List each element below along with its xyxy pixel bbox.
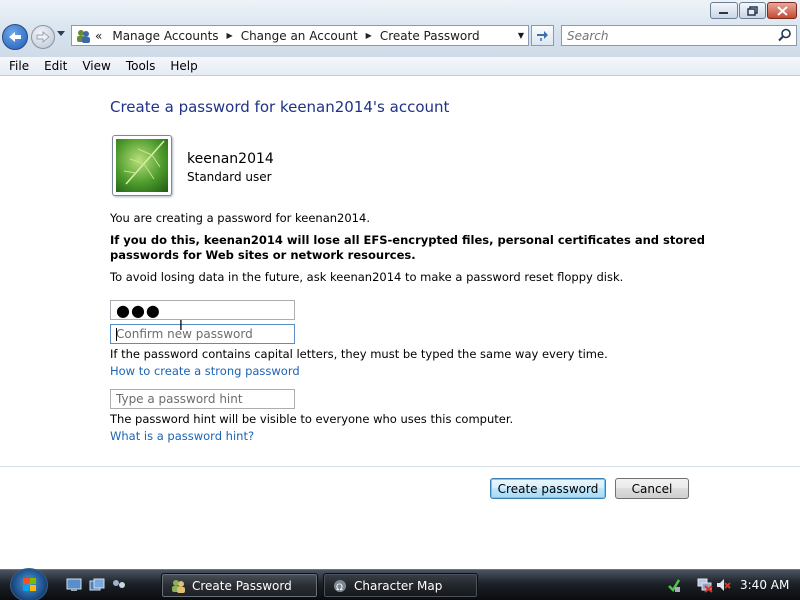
show-desktop-icon[interactable] — [66, 578, 82, 592]
breadcrumb-manage-accounts[interactable]: Manage Accounts — [112, 29, 218, 43]
new-password-field[interactable]: ●●● — [110, 300, 295, 320]
account-name: keenan2014 — [187, 151, 274, 167]
taskbar-item-create-password[interactable]: Create Password — [161, 573, 318, 598]
content-area: Create a password for keenan2014's accou… — [0, 77, 800, 569]
safely-remove-icon[interactable] — [667, 577, 681, 593]
taskbar-item-label: Character Map — [354, 578, 443, 593]
address-bar[interactable]: « Manage Accounts ▶ Change an Account ▶ … — [71, 25, 529, 46]
close-icon — [776, 5, 788, 16]
windows-stack-icon — [89, 578, 105, 591]
maximize-button[interactable] — [739, 2, 766, 19]
breadcrumb-separator-icon[interactable]: ▶ — [227, 31, 233, 40]
info-avoid-text: To avoid losing data in the future, ask … — [110, 270, 624, 284]
breadcrumb-change-account[interactable]: Change an Account — [241, 29, 358, 43]
text-cursor-icon: I — [179, 319, 183, 334]
avatar — [112, 135, 172, 196]
page-title: Create a password for keenan2014's accou… — [110, 98, 450, 116]
password-hint-link[interactable]: What is a password hint? — [110, 429, 254, 443]
breadcrumb-overflow[interactable]: « — [95, 29, 102, 43]
text-caret — [116, 328, 117, 341]
windows-logo-icon — [23, 578, 36, 591]
character-map-icon: Ω — [334, 579, 346, 593]
account-type: Standard user — [187, 170, 272, 184]
menu-help[interactable]: Help — [164, 59, 203, 73]
svg-text:Ω: Ω — [336, 583, 343, 593]
users-icon — [113, 580, 125, 588]
minimize-button[interactable] — [710, 2, 738, 19]
window-titlebar: « Manage Accounts ▶ Change an Account ▶ … — [0, 0, 800, 58]
leaf-veins-icon — [123, 140, 165, 185]
password-hint-field[interactable]: Type a password hint — [110, 389, 295, 409]
refresh-button[interactable] — [531, 25, 554, 46]
close-button[interactable] — [767, 2, 797, 19]
switch-windows-icon[interactable] — [89, 578, 105, 592]
volume-muted-icon[interactable] — [716, 577, 732, 593]
media-player-icon[interactable] — [111, 578, 127, 592]
warning-text: If you do this, keenan2014 will lose all… — [110, 233, 705, 262]
taskbar-clock[interactable]: 3:40 AM — [740, 578, 789, 592]
desktop-icon — [66, 578, 82, 591]
network-disconnected-icon[interactable] — [697, 577, 713, 593]
taskbar-item-label: Create Password — [192, 578, 292, 593]
maximize-icon — [746, 5, 758, 16]
start-button[interactable] — [10, 568, 48, 600]
breadcrumb-separator-icon[interactable]: ▶ — [366, 31, 372, 40]
create-password-button[interactable]: Create password — [490, 478, 606, 499]
divider — [0, 466, 800, 467]
minimize-icon — [719, 11, 728, 14]
confirm-password-field[interactable]: Confirm new password — [110, 324, 295, 344]
menu-bar: File Edit View Tools Help — [0, 57, 800, 76]
search-icon[interactable] — [778, 28, 792, 42]
search-input[interactable] — [567, 28, 767, 43]
forward-button[interactable] — [31, 25, 55, 49]
leaf-picture-icon — [116, 139, 168, 192]
menu-tools[interactable]: Tools — [120, 59, 162, 73]
menu-view[interactable]: View — [76, 59, 116, 73]
forward-arrow-icon — [36, 31, 50, 43]
case-sensitivity-note: If the password contains capital letters… — [110, 347, 608, 361]
user-accounts-icon — [172, 579, 185, 593]
user-accounts-icon — [77, 29, 90, 43]
info-creating-text: You are creating a password for keenan20… — [110, 211, 370, 225]
chevron-down-icon — [57, 31, 65, 36]
cancel-button[interactable]: Cancel — [615, 478, 689, 499]
back-button[interactable] — [2, 24, 28, 50]
confirm-password-placeholder: Confirm new password — [116, 327, 253, 341]
hint-visibility-note: The password hint will be visible to eve… — [110, 412, 514, 426]
search-box[interactable] — [561, 25, 797, 46]
taskbar: Create Password Ω Character Map 3:40 AM — [0, 568, 800, 600]
breadcrumb-create-password[interactable]: Create Password — [380, 29, 480, 43]
refresh-icon — [537, 31, 548, 41]
address-dropdown-icon[interactable]: ▼ — [518, 31, 524, 40]
recent-pages-button[interactable] — [57, 30, 67, 42]
menu-file[interactable]: File — [3, 59, 35, 73]
menu-edit[interactable]: Edit — [38, 59, 73, 73]
taskbar-item-character-map[interactable]: Ω Character Map — [323, 573, 478, 598]
strong-password-link[interactable]: How to create a strong password — [110, 364, 300, 378]
back-arrow-icon — [9, 32, 21, 42]
